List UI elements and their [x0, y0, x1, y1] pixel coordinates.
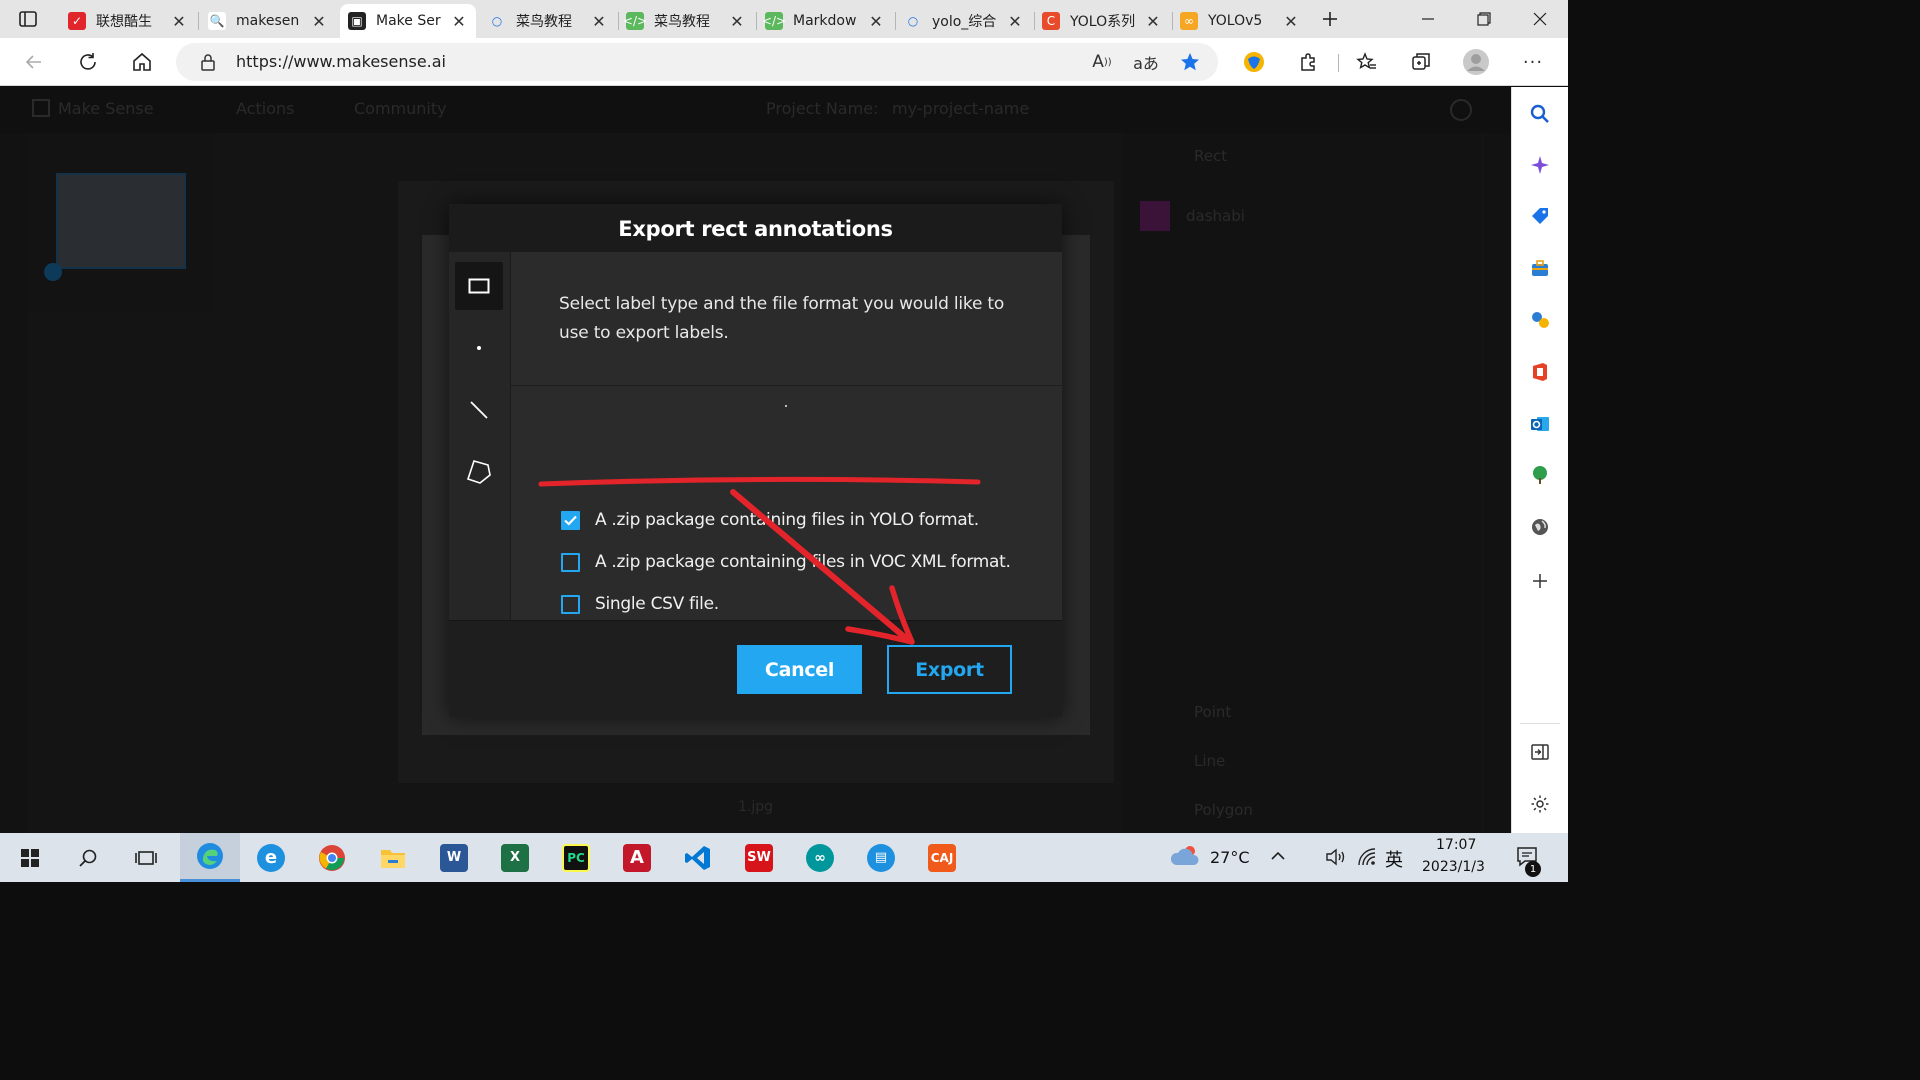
taskbar-app-icon[interactable]: ▤ — [851, 833, 911, 882]
taskbar-word-icon[interactable]: W — [424, 833, 484, 882]
weather-icon[interactable] — [1170, 843, 1202, 869]
taskbar-vscode-icon[interactable] — [668, 833, 728, 882]
taskbar-chrome-icon[interactable] — [302, 833, 362, 882]
ime-indicator[interactable]: 英 — [1385, 846, 1403, 872]
arrow-annotation — [730, 489, 911, 643]
start-icon[interactable] — [0, 833, 60, 882]
volume-icon[interactable] — [1325, 847, 1347, 867]
network-icon[interactable] — [1357, 847, 1379, 867]
underline-annotation — [538, 476, 981, 487]
weather-temp[interactable]: 27°C — [1210, 848, 1250, 867]
red-annotation-overlay — [538, 476, 981, 645]
taskbar-explorer-icon[interactable] — [363, 833, 423, 882]
taskbar-search-icon[interactable] — [58, 833, 118, 882]
clock-date[interactable]: 2023/1/3 — [1422, 859, 1485, 875]
taskbar-autocad-icon[interactable]: A — [607, 833, 667, 882]
taskbar-ie-icon[interactable]: e — [241, 833, 301, 882]
taskbar-solidworks-icon[interactable]: SW — [729, 833, 789, 882]
taskbar-edge-icon[interactable] — [180, 833, 240, 882]
clock-time[interactable]: 17:07 — [1436, 837, 1476, 853]
taskbar-excel-icon[interactable]: X — [485, 833, 545, 882]
taskbar-caj-icon[interactable]: CAJ — [912, 833, 972, 882]
windows-taskbar: e W X PC A SW ∞ ▤ CAJ 27°C 英 17:07 2023/… — [0, 833, 1568, 882]
notification-badge: 1 — [1525, 861, 1541, 877]
task-view-icon[interactable] — [116, 833, 176, 882]
tray-chevron-up-icon[interactable] — [1270, 849, 1286, 863]
taskbar-pycharm-icon[interactable]: PC — [546, 833, 606, 882]
taskbar-arduino-icon[interactable]: ∞ — [790, 833, 850, 882]
